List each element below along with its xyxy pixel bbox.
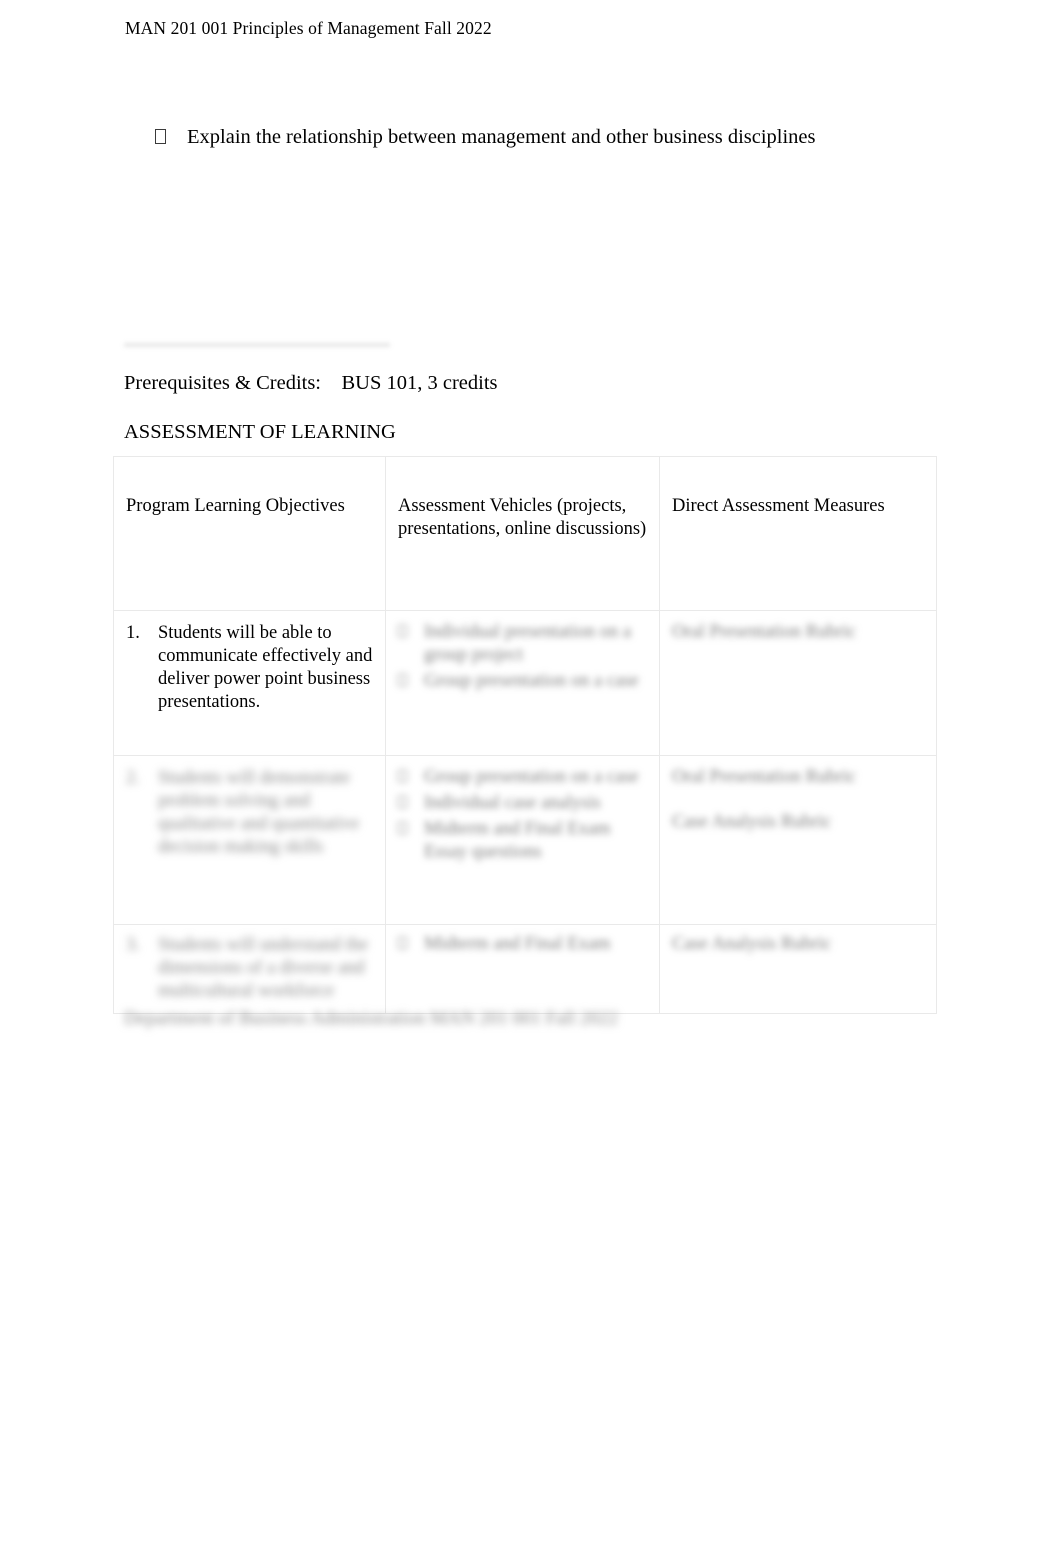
objective-text: Students will understand the dimensions …: [158, 935, 369, 1001]
vehicle-text: Individual case analysis: [424, 793, 601, 813]
assessment-of-learning-heading: ASSESSMENT OF LEARNING: [124, 421, 396, 443]
list-item: Group presentation on a case: [398, 670, 647, 693]
blurred-rule-artifact: [124, 342, 390, 348]
prerequisites-credits-line: Prerequisites & Credits: BUS 101, 3 cred…: [124, 372, 498, 394]
vehicles-cell: Group presentation on a case Individual …: [385, 755, 660, 925]
objective-bullet-item: Explain the relationship between managem…: [125, 123, 915, 151]
measure-text: Oral Presentation Rubric: [672, 622, 856, 642]
square-bullet-icon: [398, 818, 424, 841]
objective-text: Students will be able to communicate eff…: [158, 623, 373, 712]
objective-text: Students will demonstrate problem solvin…: [158, 768, 360, 857]
square-bullet-icon: [398, 792, 424, 815]
list-item: Midterm and Final Exam: [398, 933, 647, 956]
measure-text: Oral Presentation Rubric: [672, 767, 856, 787]
vehicle-text: Individual presentation on a group proje…: [424, 622, 632, 665]
objective-cell: 3. Students will understand the dimensio…: [113, 924, 386, 1014]
header-label-direct-assessment-measures: Direct Assessment Measures: [672, 496, 885, 516]
department-footer-note: Department of Business Administration MA…: [124, 1008, 618, 1029]
vehicle-text: Group presentation on a case: [424, 767, 639, 787]
objective-number: 3.: [126, 935, 140, 955]
measure-text: Case Analysis Rubric: [672, 934, 832, 954]
square-bullet-icon: [125, 123, 187, 151]
list-item: Group presentation on a case: [398, 766, 647, 789]
table-header-row: Program Learning Objectives Assessment V…: [113, 456, 937, 611]
objective-bullet-text: Explain the relationship between managem…: [187, 126, 816, 148]
running-header: MAN 201 001 Principles of Management Fal…: [125, 18, 492, 38]
objective-cell: 2. Students will demonstrate problem sol…: [113, 755, 386, 925]
square-bullet-icon: [398, 670, 424, 693]
table-row: 2. Students will demonstrate problem sol…: [113, 755, 937, 925]
header-label-program-learning-objectives: Program Learning Objectives: [126, 496, 345, 516]
list-item: Individual case analysis: [398, 792, 647, 815]
objective-number: 2.: [126, 768, 140, 788]
table-header-cell-vehicles: Assessment Vehicles (projects, presentat…: [385, 456, 660, 611]
list-item: Midterm and Final Exam Essay questions: [398, 818, 647, 864]
vehicles-cell: Midterm and Final Exam: [385, 924, 660, 1014]
objective-number: 1.: [126, 623, 140, 643]
measures-cell: Oral Presentation Rubric: [659, 610, 937, 756]
table-row: 3. Students will understand the dimensio…: [113, 924, 937, 1014]
list-item: Individual presentation on a group proje…: [398, 621, 647, 667]
table-row: 1. Students will be able to communicate …: [113, 610, 937, 756]
measures-cell: Oral Presentation Rubric Case Analysis R…: [659, 755, 937, 925]
vehicle-text: Midterm and Final Exam Essay questions: [424, 819, 611, 862]
square-bullet-icon: [398, 766, 424, 789]
measure-text: Case Analysis Rubric: [672, 812, 832, 832]
measures-cell: Case Analysis Rubric: [659, 924, 937, 1014]
vehicle-text: Group presentation on a case: [424, 671, 639, 691]
header-label-assessment-vehicles: Assessment Vehicles (projects, presentat…: [398, 496, 647, 539]
square-bullet-icon: [398, 933, 424, 956]
vehicle-text: Midterm and Final Exam: [424, 934, 611, 954]
document-page: MAN 201 001 Principles of Management Fal…: [0, 0, 1062, 1561]
assessment-of-learning-table: Program Learning Objectives Assessment V…: [113, 456, 937, 1014]
objective-cell: 1. Students will be able to communicate …: [113, 610, 386, 756]
table-header-cell-measures: Direct Assessment Measures: [659, 456, 937, 611]
vehicles-cell: Individual presentation on a group proje…: [385, 610, 660, 756]
table-header-cell-objectives: Program Learning Objectives: [113, 456, 386, 611]
square-bullet-icon: [398, 621, 424, 644]
